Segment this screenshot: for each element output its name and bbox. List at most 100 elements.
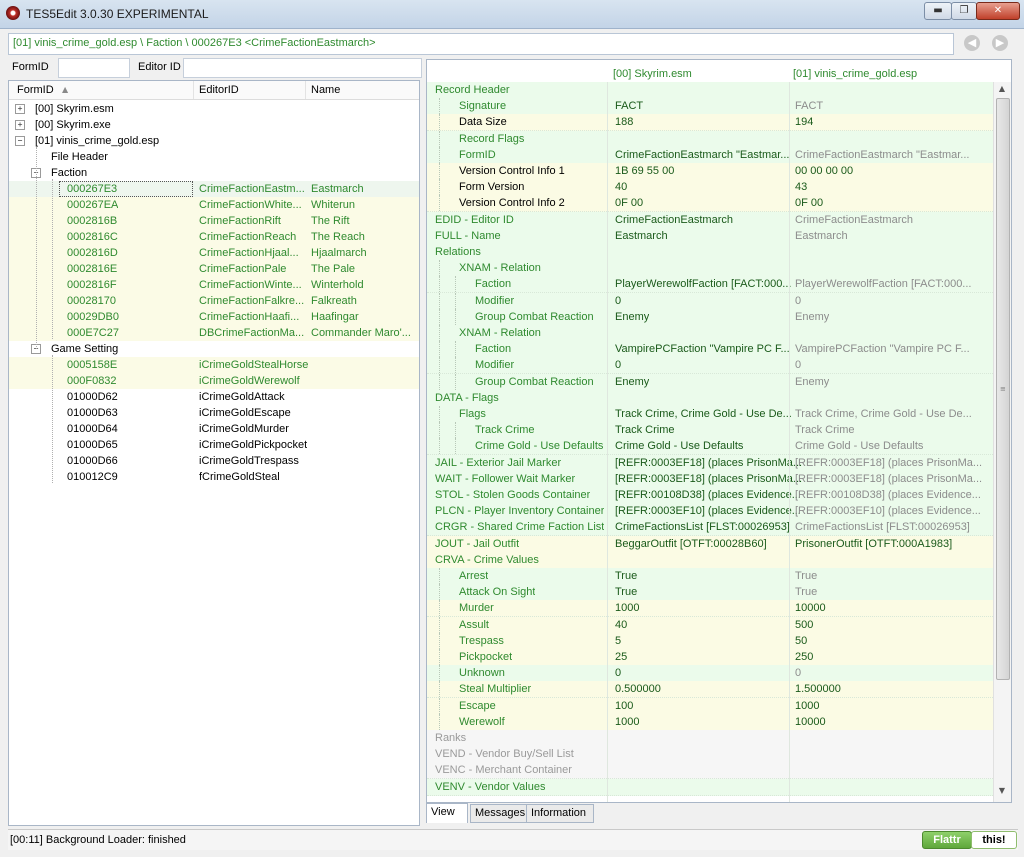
view-cell-plugin[interactable]: [REFR:0003EF10] (places Evidence... bbox=[795, 505, 981, 517]
view-row[interactable]: Record Header bbox=[427, 82, 993, 99]
flattr-button[interactable]: Flattr bbox=[922, 831, 972, 849]
view-cell-plugin[interactable]: True bbox=[795, 570, 817, 582]
view-cell-master[interactable]: Track Crime, Crime Gold - Use De... bbox=[615, 408, 792, 420]
view-column-plugin[interactable]: [01] vinis_crime_gold.esp bbox=[793, 68, 917, 80]
view-row[interactable]: FULL - Name Eastmarch Eastmarch bbox=[427, 227, 993, 245]
view-cell-master[interactable]: 1000 bbox=[615, 602, 639, 614]
tab-view[interactable]: View bbox=[426, 803, 468, 823]
view-cell-master[interactable]: CrimeFactionEastmarch bbox=[615, 214, 733, 226]
view-cell-plugin[interactable]: Eastmarch bbox=[795, 230, 848, 242]
view-cell-master[interactable]: 1B 69 55 00 bbox=[615, 165, 674, 177]
view-cell-plugin[interactable]: 10000 bbox=[795, 716, 826, 728]
view-cell-plugin[interactable]: PlayerWerewolfFaction [FACT:000... bbox=[795, 278, 971, 290]
minimize-button[interactable]: ▬ bbox=[924, 2, 952, 20]
view-row[interactable]: Modifier 0 0 bbox=[427, 357, 993, 375]
view-cell-plugin[interactable]: 00 00 00 00 bbox=[795, 165, 853, 177]
tree-root-item[interactable]: + [00] Skyrim.esm bbox=[9, 101, 419, 117]
app-icon[interactable] bbox=[6, 6, 20, 20]
view-cell-master[interactable]: 5 bbox=[615, 635, 621, 647]
tree-row-faction[interactable]: 0002816F CrimeFactionWinte... Winterhold bbox=[9, 277, 419, 293]
view-row[interactable]: Arrest True True bbox=[427, 568, 993, 585]
view-row[interactable]: Track Crime Track Crime Track Crime bbox=[427, 422, 993, 440]
tree-row-game-setting[interactable]: 000F0832 iCrimeGoldWerewolf bbox=[9, 373, 419, 389]
collapse-icon[interactable]: − bbox=[15, 136, 25, 146]
scrollbar-thumb[interactable]: ≡ bbox=[996, 98, 1010, 680]
view-cell-master[interactable]: Track Crime bbox=[615, 424, 674, 436]
view-cell-plugin[interactable]: Track Crime bbox=[795, 424, 854, 436]
back-icon[interactable]: ◀ bbox=[964, 35, 980, 51]
flattr-this-button[interactable]: this! bbox=[971, 831, 1017, 849]
column-divider[interactable] bbox=[789, 82, 790, 802]
tree-row-game-setting[interactable]: 01000D63 iCrimeGoldEscape bbox=[9, 405, 419, 421]
view-cell-plugin[interactable]: [REFR:0003EF18] (places PrisonMa... bbox=[795, 457, 982, 469]
view-row[interactable]: VENV - Vendor Values bbox=[427, 778, 993, 796]
view-cell-plugin[interactable]: [REFR:00108D38] (places Evidence... bbox=[795, 489, 981, 501]
view-row[interactable]: VEND - Vendor Buy/Sell List bbox=[427, 746, 993, 764]
view-cell-plugin[interactable]: 0 bbox=[795, 295, 801, 307]
view-cell-plugin[interactable]: Enemy bbox=[795, 311, 829, 323]
view-row[interactable]: EDID - Editor ID CrimeFactionEastmarch Cri… bbox=[427, 211, 993, 229]
tree-row-faction[interactable]: 000267EA CrimeFactionWhite... Whiterun bbox=[9, 197, 419, 213]
view-cell-master[interactable]: 0 bbox=[615, 667, 621, 679]
editorid-filter-input[interactable] bbox=[183, 58, 422, 78]
view-row[interactable]: WAIT - Follower Wait Marker [REFR:0003EF1… bbox=[427, 470, 993, 488]
column-header-name[interactable]: Name bbox=[311, 84, 340, 96]
view-cell-master[interactable]: 0.500000 bbox=[615, 683, 661, 695]
view-cell-plugin[interactable]: 194 bbox=[795, 116, 813, 128]
formid-filter-input[interactable] bbox=[58, 58, 130, 78]
column-header-formid[interactable]: FormID bbox=[17, 84, 54, 96]
tree-row-game-setting[interactable]: 01000D62 iCrimeGoldAttack bbox=[9, 389, 419, 405]
view-cell-master[interactable]: True bbox=[615, 586, 637, 598]
column-header-editorid[interactable]: EditorID bbox=[199, 84, 239, 96]
view-cell-master[interactable]: CrimeFactionsList [FLST:00026953] bbox=[615, 521, 790, 533]
view-cell-master[interactable]: CrimeFactionEastmarch "Eastmar... bbox=[615, 149, 789, 161]
view-cell-plugin[interactable]: 250 bbox=[795, 651, 813, 663]
view-cell-plugin[interactable]: 0F 00 bbox=[795, 197, 823, 209]
view-row[interactable]: Form Version 40 43 bbox=[427, 179, 993, 197]
view-row[interactable]: Escape 100 1000 bbox=[427, 697, 993, 715]
vertical-scrollbar[interactable]: ▲ ≡ ▼ bbox=[993, 82, 1011, 802]
tree-row-faction[interactable]: 0002816D CrimeFactionHjaal... Hjaalmarch bbox=[9, 245, 419, 261]
tree-row-game-setting[interactable]: 0005158E iCrimeGoldStealHorse bbox=[9, 357, 419, 373]
view-row[interactable]: Pickpocket 25 250 bbox=[427, 649, 993, 666]
view-row[interactable]: DATA - Flags bbox=[427, 389, 993, 407]
view-cell-master[interactable]: 1000 bbox=[615, 716, 639, 728]
tree-row-faction[interactable]: 00029DB0 CrimeFactionHaafi... Haafingar bbox=[9, 309, 419, 325]
view-cell-plugin[interactable]: 43 bbox=[795, 181, 807, 193]
view-row[interactable]: Record Flags bbox=[427, 130, 993, 148]
view-row[interactable]: Data Size 188 194 bbox=[427, 114, 993, 132]
view-cell-plugin[interactable]: Track Crime, Crime Gold - Use De... bbox=[795, 408, 972, 420]
view-row[interactable]: XNAM - Relation bbox=[427, 260, 993, 278]
view-cell-plugin[interactable]: Crime Gold - Use Defaults bbox=[795, 440, 923, 452]
view-cell-plugin[interactable]: CrimeFactionEastmarch bbox=[795, 214, 913, 226]
view-cell-plugin[interactable]: CrimeFactionsList [FLST:00026953] bbox=[795, 521, 970, 533]
tree-row-game-setting[interactable]: 01000D66 iCrimeGoldTrespass bbox=[9, 453, 419, 469]
view-cell-plugin[interactable]: 0 bbox=[795, 359, 801, 371]
view-cell-master[interactable]: Enemy bbox=[615, 376, 649, 388]
view-row[interactable]: Werewolf 1000 10000 bbox=[427, 713, 993, 731]
tree-group-faction[interactable]: − Faction bbox=[9, 165, 419, 181]
view-cell-plugin[interactable]: 0 bbox=[795, 667, 801, 679]
column-divider[interactable] bbox=[607, 82, 608, 802]
view-cell-master[interactable]: Eastmarch bbox=[615, 230, 668, 242]
tree-root-item[interactable]: − [01] vinis_crime_gold.esp bbox=[9, 133, 419, 149]
view-cell-plugin[interactable]: 50 bbox=[795, 635, 807, 647]
view-row[interactable]: Attack On Sight True True bbox=[427, 584, 993, 602]
tree-file-header[interactable]: File Header bbox=[9, 149, 419, 165]
tree-group-game-setting[interactable]: − Game Setting bbox=[9, 341, 419, 357]
view-row[interactable]: Ranks bbox=[427, 730, 993, 747]
tree-row-faction[interactable]: 000E7C27 DBCrimeFactionMa... Commander Mar… bbox=[9, 325, 419, 341]
record-tree[interactable]: FormID ▲ EditorID Name + [00] Skyrim.esm +… bbox=[8, 80, 420, 826]
tree-root-item[interactable]: + [00] Skyrim.exe bbox=[9, 117, 419, 133]
view-row[interactable]: JOUT - Jail Outfit BeggarOutfit [OTFT:000… bbox=[427, 535, 993, 553]
view-cell-plugin[interactable]: 10000 bbox=[795, 602, 826, 614]
view-cell-master[interactable]: 0F 00 bbox=[615, 197, 643, 209]
tab-information[interactable]: Information bbox=[526, 804, 594, 823]
view-cell-master[interactable]: Enemy bbox=[615, 311, 649, 323]
view-row[interactable]: Murder 1000 10000 bbox=[427, 600, 993, 618]
view-cell-master[interactable]: 40 bbox=[615, 181, 627, 193]
tree-row-game-setting[interactable]: 01000D65 iCrimeGoldPickpocket bbox=[9, 437, 419, 453]
view-cell-master[interactable]: 0 bbox=[615, 295, 621, 307]
view-row[interactable]: Steal Multiplier 0.500000 1.500000 bbox=[427, 681, 993, 699]
view-row[interactable]: Signature FACT FACT bbox=[427, 98, 993, 116]
